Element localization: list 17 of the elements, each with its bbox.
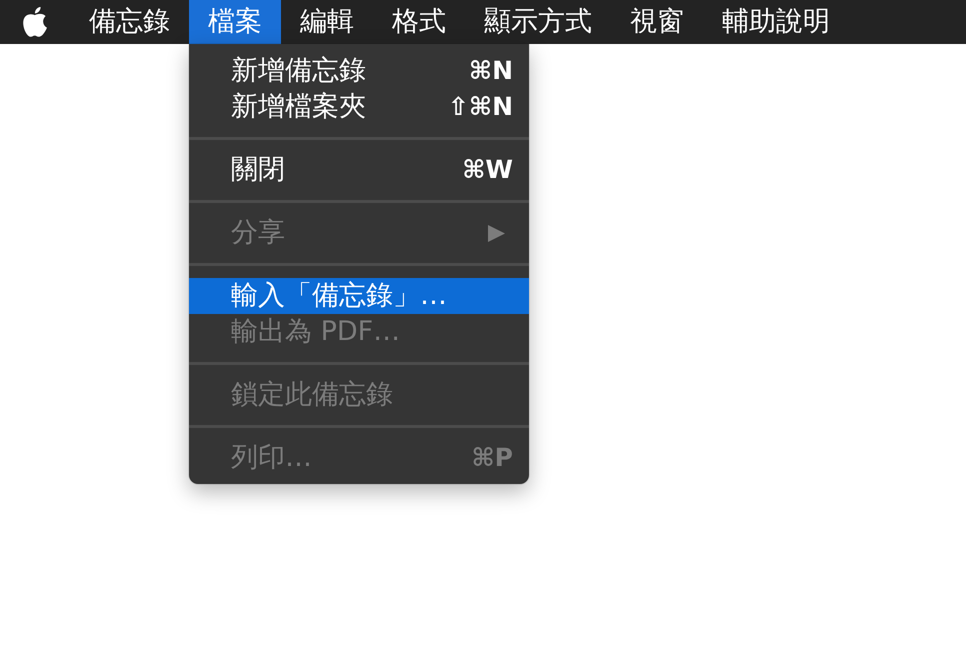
menu-bar-item[interactable]: 輔助說明	[703, 0, 849, 44]
menu-bar-item[interactable]: 視窗	[611, 0, 703, 44]
menu-item[interactable]: 關閉 ⌘W	[189, 152, 529, 188]
menu-bar-item[interactable]: 檔案	[189, 0, 281, 44]
menu-bar-item[interactable]: 顯示方式	[465, 0, 611, 44]
keyboard-shortcut: ⇧⌘N	[448, 91, 513, 123]
keyboard-shortcut: ⌘P	[471, 442, 513, 474]
menu-bar-item[interactable]: 編輯	[281, 0, 373, 44]
menu-item[interactable]: 輸入「備忘錄」…	[189, 278, 529, 314]
keyboard-shortcut: ⌘N	[468, 55, 513, 87]
menu-item[interactable]: 新增備忘錄 ⌘N	[189, 53, 529, 89]
submenu-arrow-icon	[488, 224, 505, 242]
menu-bar-item[interactable]: 備忘錄	[70, 0, 189, 44]
menu-bar-item[interactable]: 格式	[373, 0, 465, 44]
keyboard-shortcut: ⌘W	[462, 154, 513, 186]
menu-item[interactable]: 新增檔案夾 ⇧⌘N	[189, 89, 529, 125]
apple-logo-icon[interactable]	[22, 7, 48, 37]
